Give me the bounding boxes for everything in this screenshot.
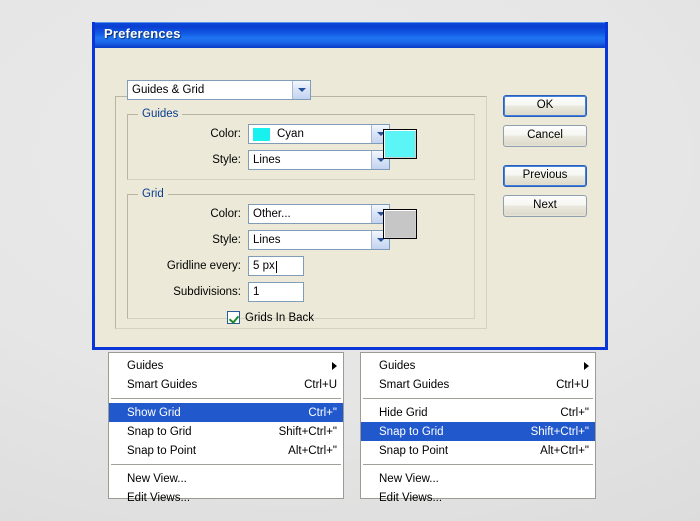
preferences-section-select[interactable]: Guides & Grid: [127, 80, 311, 100]
menu-item-guides[interactable]: Guides: [361, 356, 595, 375]
grids-in-back-label: Grids In Back: [245, 311, 315, 324]
menu-item-smart-guides[interactable]: Smart Guides Ctrl+U: [109, 375, 343, 394]
menu-item-label: Guides: [379, 359, 416, 372]
grid-color-value: Other...: [253, 208, 291, 220]
guides-color-swatch[interactable]: [383, 129, 417, 159]
gridline-every-value: 5 px: [253, 260, 275, 272]
menu-item-label: Snap to Point: [379, 444, 449, 457]
next-button[interactable]: Next: [503, 195, 587, 217]
grids-in-back-checkbox[interactable]: [227, 311, 240, 324]
preferences-section-value: Guides & Grid: [132, 84, 205, 96]
menu-item-label: Snap to Point: [127, 444, 197, 457]
grid-style-select[interactable]: Lines: [248, 230, 390, 250]
cancel-button[interactable]: Cancel: [503, 125, 587, 147]
subdivisions-label: Subdivisions:: [173, 286, 241, 298]
cancel-button-label: Cancel: [527, 129, 563, 142]
menu-item-label: Hide Grid: [379, 406, 428, 419]
grid-color-label: Color:: [210, 208, 241, 220]
grid-color-swatch[interactable]: [383, 209, 417, 239]
menu-item-shortcut: Shift+Ctrl+": [278, 425, 337, 438]
guides-style-label: Style:: [212, 154, 241, 166]
ok-button[interactable]: OK: [503, 95, 587, 117]
previous-button-label: Previous: [522, 169, 568, 182]
menu-item-shortcut: Alt+Ctrl+": [288, 444, 337, 457]
grid-style-label: Style:: [212, 234, 241, 246]
gridline-every-input[interactable]: 5 px: [248, 256, 304, 276]
menu-separator: [363, 398, 593, 399]
grid-color-select[interactable]: Other...: [248, 204, 390, 224]
menu-item-label: New View...: [379, 472, 439, 485]
subdivisions-value: 1: [253, 286, 260, 298]
submenu-arrow-icon: [584, 361, 589, 370]
menu-item-snap-to-grid[interactable]: Snap to Grid Shift+Ctrl+": [361, 422, 595, 441]
grids-in-back-row[interactable]: Grids In Back: [227, 311, 314, 324]
view-context-menu-left[interactable]: Guides Smart Guides Ctrl+U Show Grid Ctrl+" S…: [108, 352, 344, 504]
previous-button[interactable]: Previous: [503, 165, 587, 187]
menu-item-edit-views[interactable]: Edit Views...: [109, 488, 343, 507]
guides-color-value: Cyan: [277, 128, 304, 140]
text-caret: [275, 261, 277, 273]
guides-color-select[interactable]: Cyan: [248, 124, 390, 144]
menu-item-shortcut: Alt+Ctrl+": [540, 444, 589, 457]
grid-style-value: Lines: [253, 234, 281, 246]
dialog-title: Preferences: [104, 26, 181, 41]
gridline-every-label: Gridline every:: [166, 260, 241, 272]
menu-item-shortcut: Ctrl+": [560, 406, 589, 419]
menu-separator: [111, 398, 341, 399]
menu-item-label: Show Grid: [127, 406, 181, 419]
guides-style-value: Lines: [253, 154, 281, 166]
menu-item-shortcut: Shift+Ctrl+": [530, 425, 589, 438]
guides-color-value-wrap: Cyan: [249, 125, 371, 143]
menu-item-show-grid[interactable]: Show Grid Ctrl+": [109, 403, 343, 422]
grid-group-label: Grid: [138, 188, 168, 200]
menu-item-label: Guides: [127, 359, 164, 372]
view-context-menu-right[interactable]: Guides Smart Guides Ctrl+U Hide Grid Ctrl+" S…: [360, 352, 596, 504]
menu-item-label: Smart Guides: [127, 378, 198, 391]
dialog-body: Guides & Grid Guides Color: Cyan Style: …: [95, 48, 605, 347]
subdivisions-input[interactable]: 1: [248, 282, 304, 302]
submenu-arrow-icon: [332, 361, 337, 370]
menu-item-label: New View...: [127, 472, 187, 485]
ok-button-label: OK: [536, 99, 554, 112]
menu-item-snap-to-point[interactable]: Snap to Point Alt+Ctrl+": [109, 441, 343, 460]
next-button-label: Next: [533, 199, 557, 212]
menu-item-label: Smart Guides: [379, 378, 450, 391]
menu-separator: [111, 464, 341, 465]
menu-item-guides[interactable]: Guides: [109, 356, 343, 375]
chevron-down-icon[interactable]: [292, 81, 310, 99]
menu-item-hide-grid[interactable]: Hide Grid Ctrl+": [361, 403, 595, 422]
menu-item-new-view[interactable]: New View...: [109, 469, 343, 488]
guides-group-label: Guides: [138, 108, 183, 120]
guides-color-label: Color:: [210, 128, 241, 140]
menu-item-shortcut: Ctrl+U: [556, 378, 589, 391]
menu-item-shortcut: Ctrl+": [308, 406, 337, 419]
guides-color-inline-swatch: [253, 127, 270, 141]
menu-item-snap-to-point[interactable]: Snap to Point Alt+Ctrl+": [361, 441, 595, 460]
menu-item-snap-to-grid[interactable]: Snap to Grid Shift+Ctrl+": [109, 422, 343, 441]
menu-item-label: Edit Views...: [127, 491, 191, 504]
menu-item-shortcut: Ctrl+U: [304, 378, 337, 391]
menu-item-label: Snap to Grid: [379, 425, 444, 438]
guides-style-select[interactable]: Lines: [248, 150, 390, 170]
menu-item-label: Edit Views...: [379, 491, 443, 504]
menu-item-label: Snap to Grid: [127, 425, 192, 438]
menu-item-smart-guides[interactable]: Smart Guides Ctrl+U: [361, 375, 595, 394]
menu-item-new-view[interactable]: New View...: [361, 469, 595, 488]
preferences-dialog: Preferences Guides & Grid Guides Color: …: [92, 22, 608, 350]
dialog-title-bar: Preferences: [95, 22, 605, 48]
menu-separator: [363, 464, 593, 465]
menu-item-edit-views[interactable]: Edit Views...: [361, 488, 595, 507]
